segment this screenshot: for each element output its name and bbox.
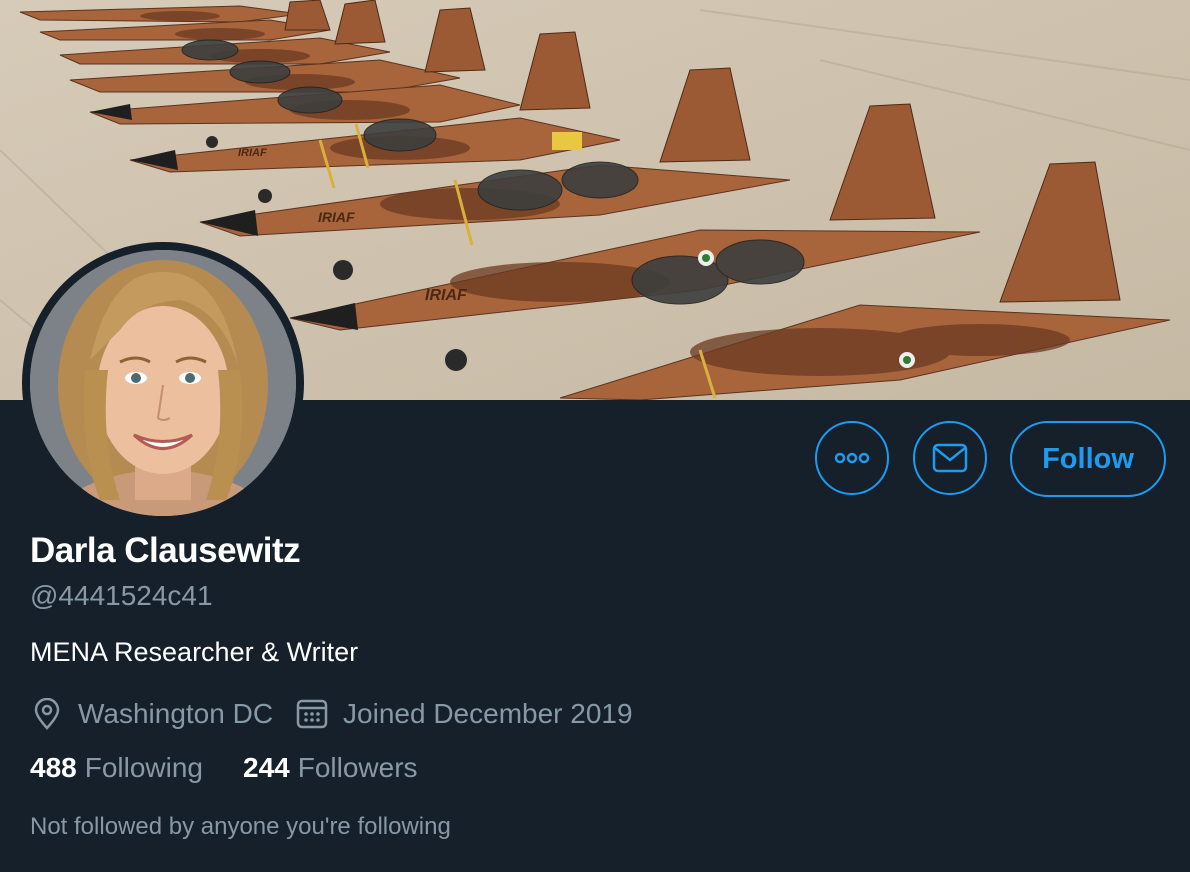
followers-count: 244 — [243, 752, 290, 783]
profile-page: IRIAF IRIAF IRIAF Follow Darla Clausewit… — [0, 0, 1190, 872]
profile-meta: Washington DC Joined December 2019 — [30, 694, 655, 734]
profile-location: Washington DC — [30, 697, 273, 731]
followers-link[interactable]: 244 Followers — [243, 752, 418, 784]
user-handle: @4441524c41 — [30, 580, 213, 611]
svg-text:IRIAF: IRIAF — [425, 287, 468, 304]
mail-icon — [932, 443, 968, 473]
more-icon — [834, 452, 870, 464]
followed-by-note: Not followed by anyone you're following — [30, 813, 451, 840]
joined-text: Joined December 2019 — [343, 698, 633, 729]
display-name: Darla Clausewitz — [30, 531, 301, 570]
calendar-icon — [295, 697, 329, 731]
svg-text:IRIAF: IRIAF — [318, 209, 355, 225]
following-link[interactable]: 488 Following — [30, 752, 203, 784]
following-label: Following — [84, 752, 203, 783]
location-text: Washington DC — [78, 698, 274, 729]
profile-avatar[interactable] — [22, 242, 304, 524]
avatar-photo — [30, 250, 296, 516]
profile-bio: MENA Researcher & Writer — [30, 637, 359, 667]
follow-button[interactable]: Follow — [1010, 421, 1166, 497]
more-options-button[interactable] — [815, 421, 889, 495]
profile-stats: 488 Following 244 Followers — [30, 752, 458, 784]
profile-joined: Joined December 2019 — [295, 697, 633, 731]
message-button[interactable] — [913, 421, 987, 495]
location-pin-icon — [30, 697, 64, 731]
svg-text:IRIAF: IRIAF — [238, 147, 267, 159]
followers-label: Followers — [297, 752, 418, 783]
following-count: 488 — [30, 752, 77, 783]
